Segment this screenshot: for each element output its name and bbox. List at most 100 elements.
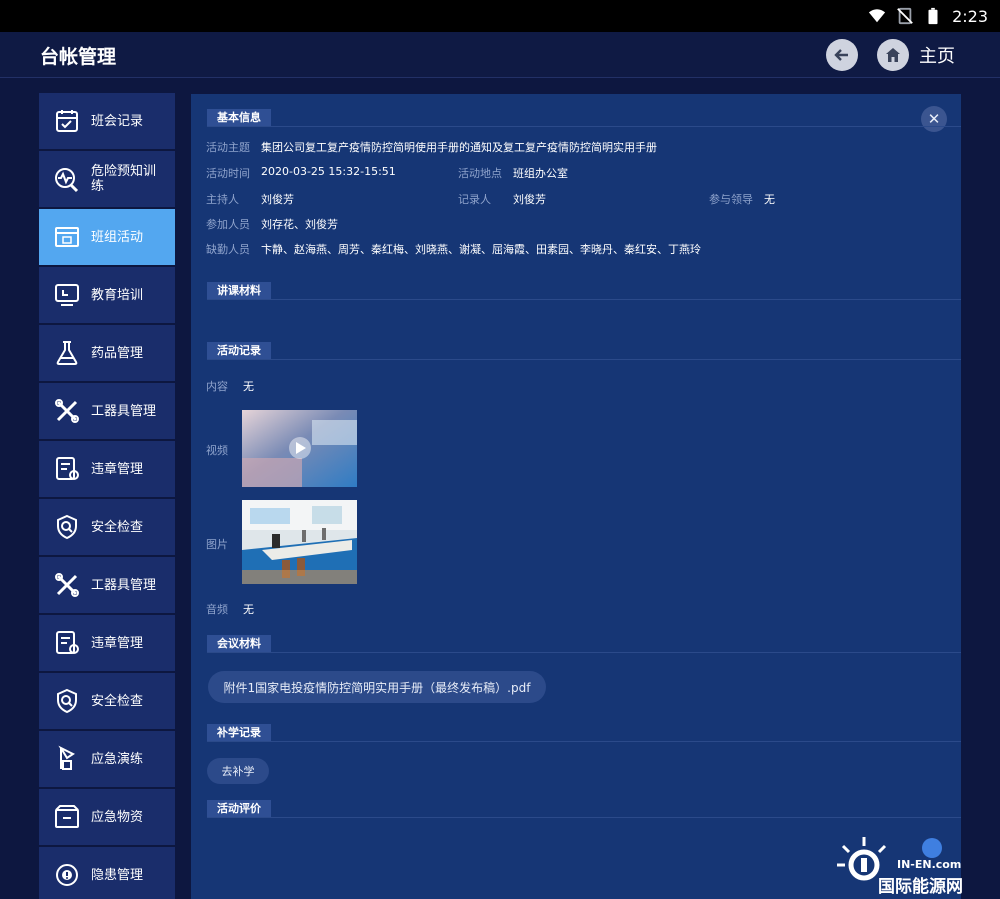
arrow-left-icon <box>834 49 848 61</box>
status-bar: 2:23 <box>0 0 1000 32</box>
absent-value: 卞静、赵海燕、周芳、秦红梅、刘晓燕、谢凝、屈海霞、田素园、李晓丹、秦红安、丁燕玲 <box>261 243 701 256</box>
drill-icon <box>58 745 75 770</box>
sidebar-item-label: 违章管理 <box>91 635 144 651</box>
section-title-meeting: 会议材料 <box>207 635 271 652</box>
sidebar-item-label: 工器具管理 <box>91 577 157 593</box>
monitor-icon <box>55 284 79 306</box>
sidebar-item-medicine[interactable]: 药品管理 <box>39 325 175 381</box>
sidebar-item-label: 应急演练 <box>91 751 144 767</box>
sidebar-item-label: 隐患管理 <box>91 867 144 883</box>
topic-label: 活动主题 <box>206 141 250 154</box>
sidebar-item-tools[interactable]: 工器具管理 <box>39 383 175 439</box>
violation-doc-icon <box>56 457 79 480</box>
sidebar-item-label: 安全检查 <box>91 519 144 535</box>
attachment-link[interactable]: 附件1国家电投疫情防控简明实用手册（最终发布稿）.pdf <box>208 671 546 703</box>
detail-panel: ✕ 基本信息 活动主题 集团公司复工复产疫情防控简明使用手册的通知及复工复产疫情… <box>191 94 961 899</box>
sidebar-item-label: 违章管理 <box>91 461 144 477</box>
sidebar-item-meeting-record[interactable]: 班会记录 <box>39 93 175 149</box>
section-title-lecture: 讲课材料 <box>207 282 271 299</box>
audio-label: 音频 <box>206 603 228 616</box>
flask-icon <box>56 341 78 365</box>
sidebar-item-label: 工器具管理 <box>91 403 157 419</box>
recorder-value: 刘俊芳 <box>513 193 546 206</box>
shield-search-icon <box>57 514 77 540</box>
shield-search-icon <box>57 688 77 714</box>
topic-value: 集团公司复工复产疫情防控简明使用手册的通知及复工复产疫情防控简明实用手册 <box>261 141 657 154</box>
expand-icon[interactable] <box>922 838 942 858</box>
image-thumbnail[interactable] <box>242 500 357 584</box>
host-label: 主持人 <box>206 193 239 206</box>
sidebar-item-violations[interactable]: 违章管理 <box>39 441 175 497</box>
page-title: 台帐管理 <box>40 46 117 68</box>
divider <box>207 817 961 818</box>
violation-doc-icon <box>56 631 79 654</box>
pulse-icon <box>55 168 79 193</box>
sidebar-item-label: 班会记录 <box>91 113 144 129</box>
window-icon <box>55 227 79 247</box>
home-button[interactable] <box>877 39 909 71</box>
recorder-label: 记录人 <box>458 193 491 206</box>
host-value: 刘俊芳 <box>261 193 294 206</box>
divider <box>207 652 961 653</box>
wifi-icon <box>868 9 886 23</box>
no-sim-icon <box>897 7 913 25</box>
audio-value: 无 <box>243 603 254 616</box>
sidebar-item-label: 班组活动 <box>91 229 144 245</box>
sidebar-item-label: 教育培训 <box>91 287 144 303</box>
video-thumbnail[interactable] <box>242 410 357 487</box>
sidebar-item-label: 应急物资 <box>91 809 144 825</box>
makeup-button[interactable]: 去补学 <box>207 758 269 784</box>
divider <box>207 299 961 300</box>
divider <box>207 126 961 127</box>
participants-value: 刘存花、刘俊芳 <box>261 218 338 231</box>
sidebar-item-safety-check[interactable]: 安全检查 <box>39 499 175 555</box>
sidebar-item-emergency-supplies[interactable]: 应急物资 <box>39 789 175 845</box>
absent-label: 缺勤人员 <box>206 243 250 256</box>
content-label: 内容 <box>206 380 228 393</box>
sidebar-item-team-activity[interactable]: 班组活动 <box>39 209 175 265</box>
section-title-makeup: 补学记录 <box>207 724 271 741</box>
section-title-activity-record: 活动记录 <box>207 342 271 359</box>
sidebar: 班会记录 危险预知训练 班组活动 教育培训 药品管理 工器具管理 违章管理 安全… <box>39 93 175 899</box>
home-label[interactable]: 主页 <box>919 42 955 68</box>
status-time: 2:23 <box>952 6 988 26</box>
box-icon <box>55 805 79 828</box>
sidebar-item-emergency-drill[interactable]: 应急演练 <box>39 731 175 787</box>
sidebar-item-tools-2[interactable]: 工器具管理 <box>39 557 175 613</box>
sidebar-item-label: 危险预知训练 <box>91 164 157 194</box>
home-icon <box>886 48 900 62</box>
sidebar-item-label: 药品管理 <box>91 345 144 361</box>
tools-icon <box>55 573 79 597</box>
time-label: 活动时间 <box>206 167 250 180</box>
activity-photo-image <box>242 500 357 584</box>
sidebar-item-safety-check-2[interactable]: 安全检查 <box>39 673 175 729</box>
content-value: 无 <box>243 380 254 393</box>
participants-label: 参加人员 <box>206 218 250 231</box>
place-value: 班组办公室 <box>513 167 568 180</box>
back-button[interactable] <box>826 39 858 71</box>
leader-value: 无 <box>764 193 775 206</box>
section-title-basic-info: 基本信息 <box>207 109 271 126</box>
video-preview-image <box>242 410 357 487</box>
hazard-icon <box>56 864 78 886</box>
video-label: 视频 <box>206 444 228 457</box>
sidebar-item-violations-2[interactable]: 违章管理 <box>39 615 175 671</box>
close-button[interactable]: ✕ <box>921 106 947 132</box>
place-label: 活动地点 <box>458 167 502 180</box>
section-title-evaluation: 活动评价 <box>207 800 271 817</box>
calendar-icon <box>56 110 78 132</box>
top-header: 台帐管理 主页 <box>0 32 1000 78</box>
battery-icon <box>928 7 938 25</box>
tools-icon <box>55 399 79 423</box>
divider <box>207 741 961 742</box>
sidebar-item-education[interactable]: 教育培训 <box>39 267 175 323</box>
time-value: 2020-03-25 15:32-15:51 <box>261 165 396 178</box>
sidebar-item-label: 安全检查 <box>91 693 144 709</box>
sidebar-item-hazard-management[interactable]: 隐患管理 <box>39 847 175 899</box>
sidebar-item-hazard-training[interactable]: 危险预知训练 <box>39 151 175 207</box>
divider <box>207 359 961 360</box>
watermark-title: 国际能源网 <box>878 877 963 897</box>
leader-label: 参与领导 <box>709 193 753 206</box>
watermark-domain: IN-EN.com <box>897 858 962 871</box>
image-label: 图片 <box>206 538 228 551</box>
